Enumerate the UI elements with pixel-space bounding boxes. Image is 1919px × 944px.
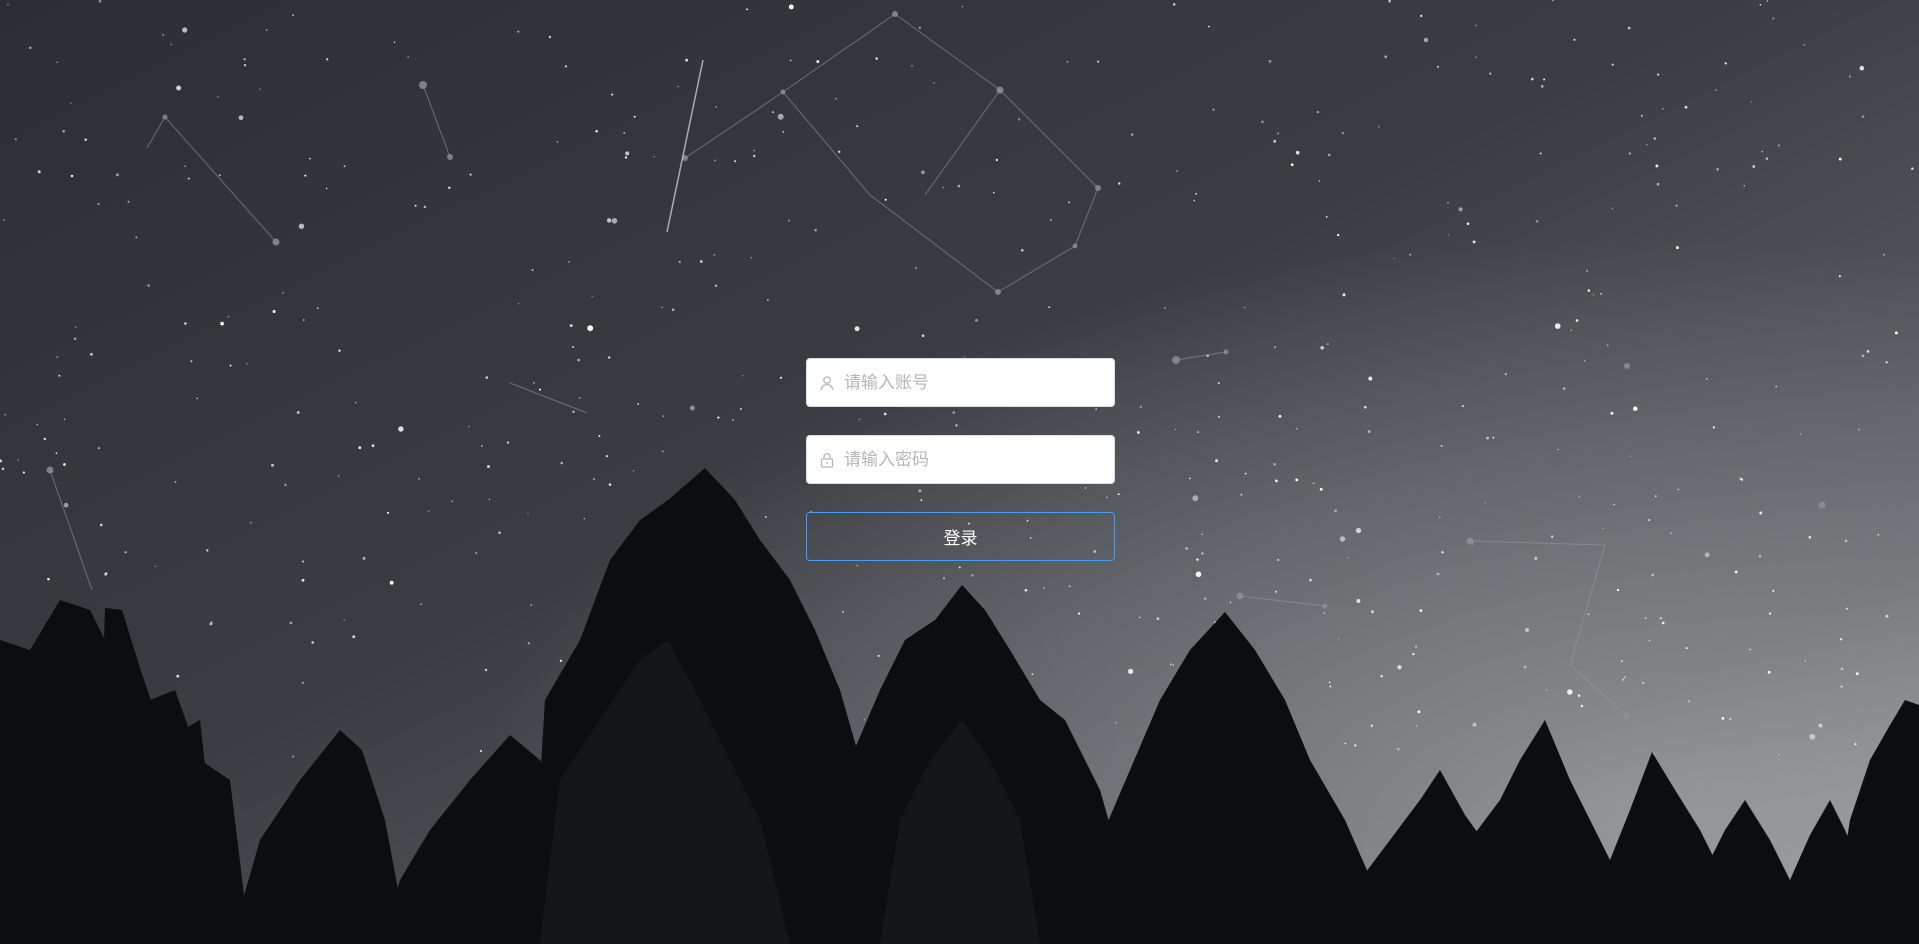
password-input[interactable] — [807, 436, 1114, 483]
username-field[interactable] — [806, 358, 1115, 407]
password-field[interactable] — [806, 435, 1115, 484]
login-button[interactable]: 登录 — [806, 512, 1115, 561]
username-input[interactable] — [807, 359, 1114, 406]
login-form: 登录 — [806, 358, 1115, 561]
lock-icon — [819, 452, 835, 468]
user-icon — [819, 375, 835, 391]
